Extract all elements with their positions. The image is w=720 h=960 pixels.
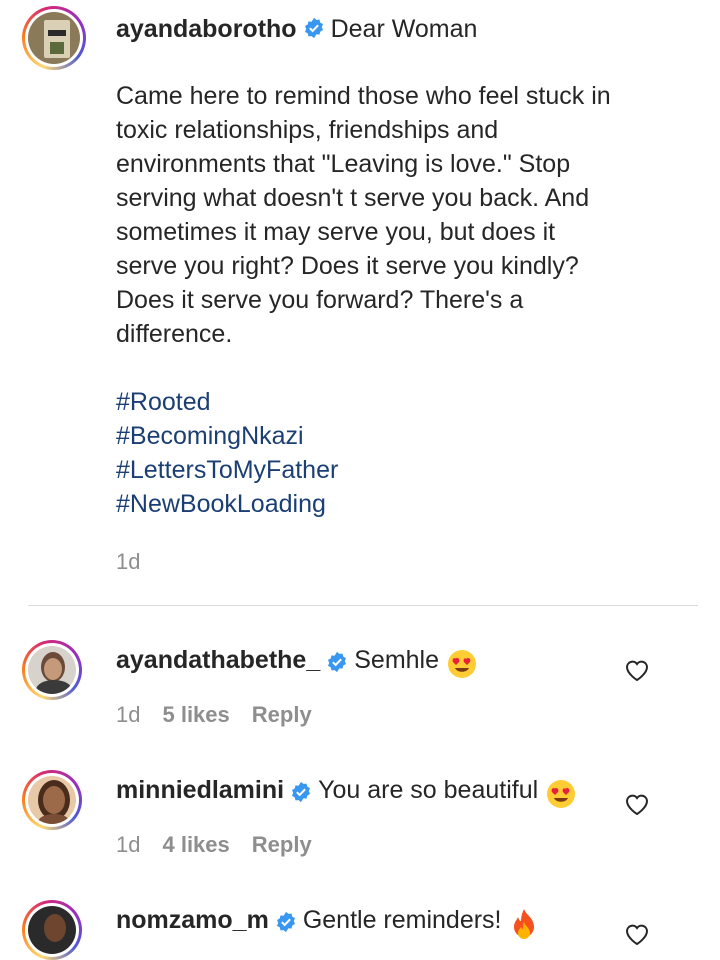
- comment-meta: 1d 5 likes Reply: [116, 702, 334, 728]
- reply-button[interactable]: Reply: [252, 832, 312, 857]
- post-caption-block: ayandaborotho Dear Woman Came here to rem…: [116, 12, 680, 575]
- reply-button[interactable]: Reply: [252, 702, 312, 727]
- verified-badge-icon: [276, 911, 295, 932]
- post-caption-text: Came here to remind those who feel stuck…: [116, 82, 611, 348]
- avatar-image: [28, 12, 80, 64]
- comment-text: Semhle: [354, 646, 440, 674]
- fire-emoji-icon: [513, 908, 534, 939]
- comment-timestamp: 1d: [116, 832, 141, 857]
- like-heart-icon[interactable]: [624, 658, 650, 682]
- comment-meta: 1d 4 likes Reply: [116, 832, 334, 858]
- hashtag-link[interactable]: #BecomingNkazi: [116, 419, 680, 453]
- avatar-image: [28, 646, 76, 694]
- like-heart-icon[interactable]: [624, 792, 650, 816]
- comment-body: minniedlamini You are so beautiful: [116, 776, 576, 809]
- commenter-username[interactable]: ayandathabethe_: [116, 646, 320, 674]
- commenter-avatar[interactable]: [22, 900, 82, 960]
- heart-eyes-emoji-icon: [448, 649, 477, 678]
- post-title: Dear Woman: [330, 15, 478, 43]
- divider: [28, 605, 698, 606]
- commenter-avatar[interactable]: [22, 770, 82, 830]
- comment-timestamp: 1d: [116, 702, 141, 727]
- comment-body: ayandathabethe_ Semhle: [116, 646, 477, 679]
- hashtag-list: #Rooted #BecomingNkazi #LettersToMyFathe…: [116, 385, 680, 521]
- caption-header: ayandaborotho Dear Woman: [116, 12, 680, 45]
- verified-badge-icon: [328, 651, 347, 672]
- comment-body: nomzamo_m Gentle reminders!: [116, 906, 538, 940]
- hashtag-link[interactable]: #LettersToMyFather: [116, 453, 680, 487]
- hashtag-link[interactable]: #Rooted: [116, 385, 680, 419]
- comment-text: Gentle reminders!: [302, 906, 502, 934]
- verified-badge-icon: [292, 781, 311, 802]
- commenter-avatar[interactable]: [22, 640, 82, 700]
- comment-text: You are so beautiful: [318, 776, 539, 804]
- like-heart-icon[interactable]: [624, 922, 650, 946]
- post-author-avatar[interactable]: [22, 6, 86, 70]
- commenter-username[interactable]: minniedlamini: [116, 776, 284, 804]
- verified-badge-icon: [304, 18, 323, 39]
- avatar-image: [28, 906, 76, 954]
- post-author-username[interactable]: ayandaborotho: [116, 15, 297, 43]
- post-timestamp: 1d: [116, 549, 141, 574]
- commenter-username[interactable]: nomzamo_m: [116, 906, 269, 934]
- heart-eyes-emoji-icon: [547, 779, 576, 808]
- avatar-image: [28, 776, 76, 824]
- comment-likes-count[interactable]: 5 likes: [162, 702, 229, 727]
- comment-likes-count[interactable]: 4 likes: [162, 832, 229, 857]
- hashtag-link[interactable]: #NewBookLoading: [116, 487, 680, 521]
